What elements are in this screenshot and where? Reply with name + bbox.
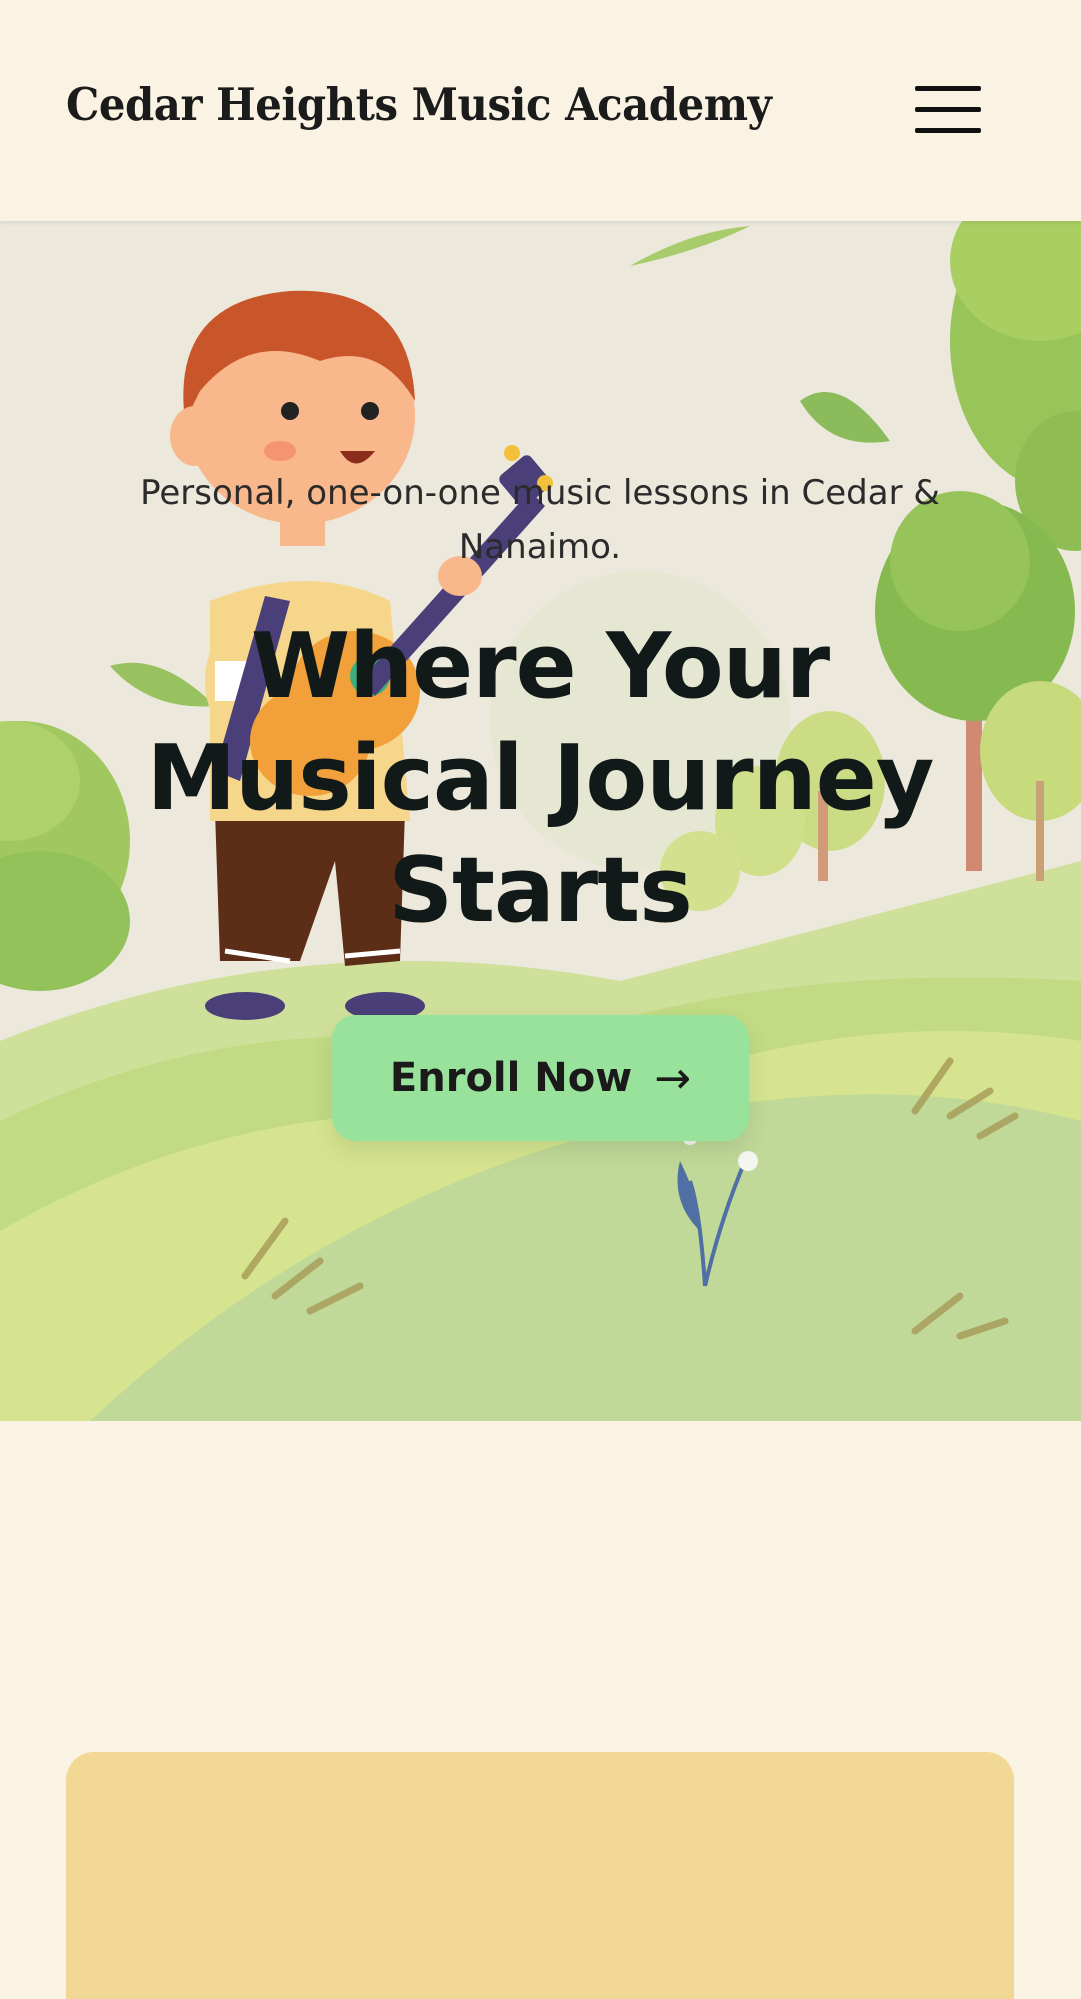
headline-line-1: Where Your xyxy=(250,614,830,719)
headline-line-3: Starts xyxy=(388,838,693,943)
enroll-now-label: Enroll Now xyxy=(389,1055,633,1101)
arrow-right-icon: → xyxy=(654,1052,692,1104)
hero-headline: Where Your Musical Journey Starts xyxy=(100,611,980,947)
site-brand-title[interactable]: Cedar Heights Music Academy xyxy=(66,78,772,131)
page: Cedar Heights Music Academy Personal, on… xyxy=(0,0,1081,1999)
hamburger-menu-icon[interactable] xyxy=(905,80,985,142)
hero-section: Personal, one-on-one music lessons in Ce… xyxy=(0,221,1081,1421)
headline-line-2: Musical Journey xyxy=(146,726,935,831)
enroll-now-button[interactable]: Enroll Now → xyxy=(332,1015,749,1141)
content-card xyxy=(66,1752,1014,1999)
hero-subtitle: Personal, one-on-one music lessons in Ce… xyxy=(140,473,940,567)
site-header: Cedar Heights Music Academy xyxy=(0,0,1081,221)
